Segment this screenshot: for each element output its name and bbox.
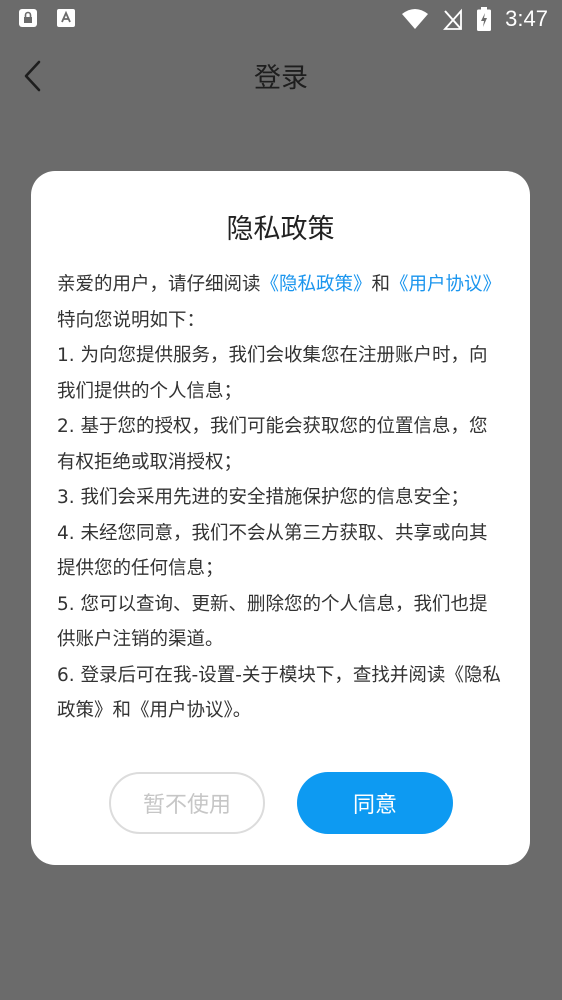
agree-button[interactable]: 同意 — [297, 772, 453, 834]
clock: 3:47 — [505, 6, 548, 31]
app-bar: 登录 — [0, 38, 562, 114]
dialog-title: 隐私政策 — [226, 214, 335, 245]
lock-notification-icon — [19, 9, 37, 27]
policy-item: 5. 您可以查询、更新、删除您的个人信息，我们也提供账户注销的渠道。 — [57, 593, 488, 651]
dialog-body: 亲爱的用户，请仔细阅读《隐私政策》和《用户协议》特向您说明如下： 1. 为向您提… — [57, 267, 506, 729]
policy-item: 6. 登录后可在我-设置-关于模块下，查找并阅读《隐私政策》和《用户协议》。 — [57, 664, 501, 722]
privacy-policy-link[interactable]: 《隐私政策》 — [261, 274, 372, 295]
intro-text: 亲爱的用户，请仔细阅读《隐私政策》和《用户协议》特向您说明如下： — [57, 267, 506, 338]
policy-item: 4. 未经您同意，我们不会从第三方获取、共享或向其提供您的任何信息； — [57, 522, 488, 580]
wifi-icon — [402, 9, 429, 29]
battery-charging-icon — [477, 7, 492, 31]
no-signal-icon — [443, 8, 463, 30]
policy-item: 2. 基于您的授权，我们可能会获取您的位置信息，您有权拒绝或取消授权； — [57, 416, 488, 473]
page-title: 登录 — [254, 63, 308, 94]
decline-button[interactable]: 暂不使用 — [109, 772, 265, 834]
intro-prefix: 亲爱的用户，请仔细阅读 — [57, 274, 261, 295]
privacy-policy-dialog: 隐私政策 亲爱的用户，请仔细阅读《隐私政策》和《用户协议》特向您说明如下： 1.… — [31, 171, 530, 865]
status-bar: 3:47 — [0, 0, 562, 38]
policy-item: 3. 我们会采用先进的安全措施保护您的信息安全； — [57, 487, 470, 508]
policy-item: 1. 为向您提供服务，我们会收集您在注册账户时，向我们提供的个人信息； — [57, 345, 488, 402]
app-notification-icon — [57, 9, 75, 27]
user-agreement-link[interactable]: 《用户协议》 — [390, 274, 501, 295]
intro-and: 和 — [371, 274, 391, 295]
intro-suffix: 特向您说明如下： — [57, 309, 206, 331]
